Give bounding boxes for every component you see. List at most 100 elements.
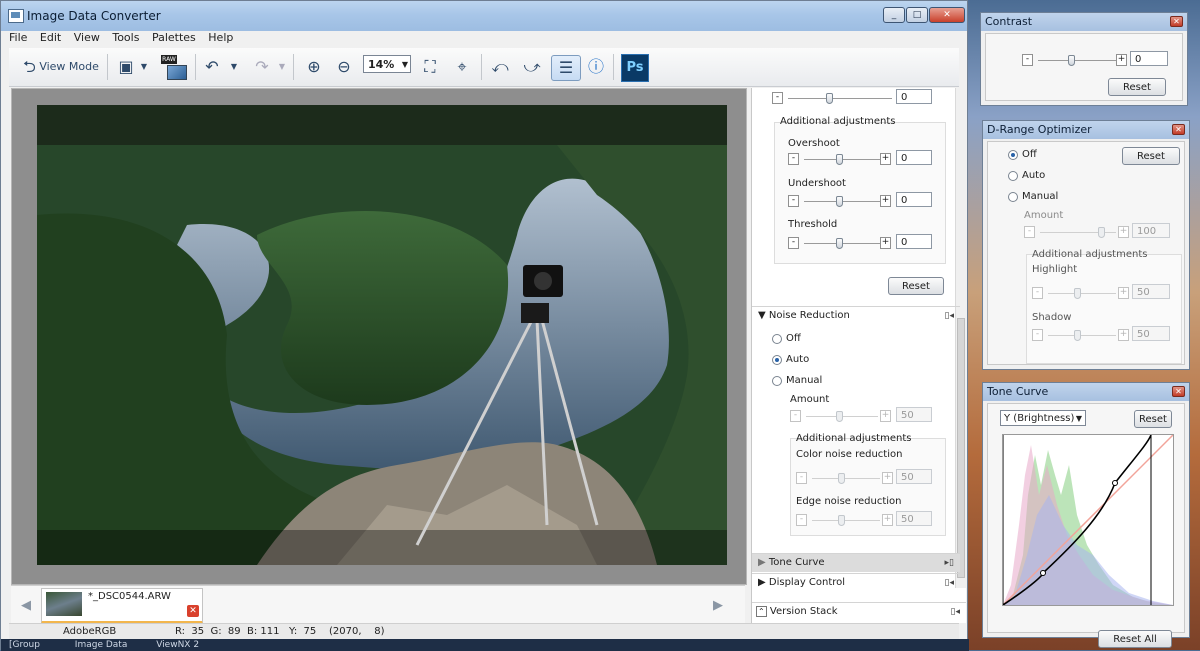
threshold-slider[interactable]: - + bbox=[788, 235, 892, 251]
info-icon[interactable]: ⓘ bbox=[585, 55, 607, 79]
menu-view[interactable]: View bbox=[74, 31, 100, 44]
zoom-in-icon[interactable]: ⊕ bbox=[303, 55, 325, 79]
highlight-value[interactable]: 50 bbox=[1132, 284, 1170, 299]
title-bar[interactable]: Image Data Converter _ □ ✕ bbox=[1, 1, 967, 31]
drange-title[interactable]: D-Range Optimizer bbox=[983, 121, 1189, 139]
minimize-button[interactable]: _ bbox=[883, 7, 905, 23]
save-icon[interactable]: ▣ bbox=[115, 55, 137, 79]
nr-manual-radio[interactable] bbox=[772, 376, 782, 386]
view-mode-button[interactable]: ⮌ View Mode bbox=[23, 55, 103, 79]
menu-help[interactable]: Help bbox=[208, 31, 233, 44]
color-noise-slider[interactable]: - + bbox=[796, 470, 893, 486]
menu-edit[interactable]: Edit bbox=[40, 31, 61, 44]
reset-all-button[interactable]: Reset All bbox=[1098, 630, 1172, 648]
shadow-value[interactable]: 50 bbox=[1132, 326, 1170, 341]
menu-tools[interactable]: Tools bbox=[112, 31, 139, 44]
sharpness-reset-button[interactable]: Reset bbox=[888, 277, 944, 295]
nr-amount-value[interactable]: 50 bbox=[896, 407, 932, 422]
noise-reduction-header[interactable]: ▼ Noise Reduction ▯◂ bbox=[752, 306, 960, 325]
channel-select[interactable]: Y (Brightness) ▼ bbox=[1000, 410, 1086, 426]
dock-icon[interactable]: ▯◂ bbox=[945, 574, 954, 592]
zoom-out-icon[interactable]: ⊖ bbox=[333, 55, 355, 79]
undo-icon[interactable]: ↶ bbox=[201, 55, 223, 79]
shadow-label: Shadow bbox=[1032, 312, 1072, 323]
thumbnail-item[interactable]: *_DSC0544.ARW ✕ bbox=[41, 588, 203, 624]
back-arrow-icon: ⮌ bbox=[23, 57, 36, 76]
contrast-value[interactable]: 0 bbox=[1130, 51, 1168, 66]
display-control-header[interactable]: ▶ Display Control ▯◂ bbox=[752, 573, 960, 592]
close-thumbnail-icon[interactable]: ✕ bbox=[187, 605, 199, 617]
drange-off-radio[interactable] bbox=[1008, 150, 1018, 160]
contrast-slider[interactable]: - + bbox=[1022, 52, 1132, 68]
close-icon[interactable]: ✕ bbox=[1170, 16, 1183, 27]
tone-curve-reset-button[interactable]: Reset bbox=[1134, 410, 1172, 428]
nr-amount-label: Amount bbox=[790, 394, 830, 405]
drange-amount-value[interactable]: 100 bbox=[1132, 223, 1170, 238]
image-viewer[interactable] bbox=[11, 88, 747, 585]
edge-noise-value[interactable]: 50 bbox=[896, 511, 932, 526]
rotate-right-icon[interactable]: ⤻ bbox=[521, 55, 543, 79]
menu-file[interactable]: File bbox=[9, 31, 27, 44]
drange-auto-radio[interactable] bbox=[1008, 171, 1018, 181]
contrast-title[interactable]: Contrast bbox=[981, 13, 1187, 31]
sharpness-value[interactable]: 0 bbox=[896, 89, 932, 104]
arrow-left-icon[interactable]: ◀ bbox=[21, 598, 31, 613]
drange-manual-radio[interactable] bbox=[1008, 192, 1018, 202]
edge-noise-slider[interactable]: - + bbox=[796, 512, 893, 528]
arrow-right-icon[interactable]: ▶ bbox=[713, 598, 723, 613]
nr-off-radio[interactable] bbox=[772, 334, 782, 344]
color-space: AdobeRGB bbox=[63, 626, 117, 637]
undershoot-label: Undershoot bbox=[788, 178, 846, 189]
zoom-select[interactable]: 14% ▼ bbox=[363, 55, 411, 73]
raw-image-icon bbox=[167, 65, 187, 80]
tone-curve-graph[interactable] bbox=[1002, 434, 1174, 606]
redo-icon[interactable]: ↷ bbox=[251, 55, 273, 79]
edge-noise-label: Edge noise reduction bbox=[796, 496, 902, 507]
chevron-down-icon: ▼ bbox=[401, 60, 408, 69]
highlight-label: Highlight bbox=[1032, 264, 1078, 275]
overshoot-value[interactable]: 0 bbox=[896, 150, 932, 165]
close-button[interactable]: ✕ bbox=[929, 7, 965, 23]
taskbar: [Group Image Data ViewNX 2 bbox=[1, 639, 969, 651]
contrast-reset-button[interactable]: Reset bbox=[1108, 78, 1166, 96]
redo-dropdown-icon[interactable]: ▼ bbox=[277, 55, 287, 79]
version-stack-header[interactable]: ⌃ Version Stack ▯◂ bbox=[752, 602, 966, 621]
thumbnail-filename: *_DSC0544.ARW bbox=[88, 591, 171, 602]
dock-icon[interactable]: ▯◂ bbox=[945, 307, 954, 325]
tone-curve-header[interactable]: ▶ Tone Curve ▸▯ bbox=[752, 553, 960, 572]
undo-dropdown-icon[interactable]: ▼ bbox=[229, 55, 239, 79]
pixel-info: R: 35 G: 89 B: 111 Y: 75 (2070, 8) bbox=[175, 626, 385, 637]
drange-amount-slider[interactable]: - + bbox=[1024, 224, 1130, 240]
nr-amount-slider[interactable]: - + bbox=[790, 408, 891, 424]
rotate-left-icon[interactable]: ⤺ bbox=[489, 55, 511, 79]
adjust-palette-icon[interactable]: ☰ bbox=[551, 55, 581, 81]
close-icon[interactable]: ✕ bbox=[1172, 124, 1185, 135]
threshold-value[interactable]: 0 bbox=[896, 234, 932, 249]
dock-icon[interactable]: ▯◂ bbox=[951, 603, 960, 621]
undock-icon[interactable]: ▸▯ bbox=[945, 554, 954, 572]
menu-palettes[interactable]: Palettes bbox=[152, 31, 196, 44]
scrollbar-thumb[interactable] bbox=[957, 318, 965, 578]
overshoot-slider[interactable]: - + bbox=[788, 151, 892, 167]
tone-curve-title[interactable]: Tone Curve bbox=[983, 383, 1189, 401]
undershoot-value[interactable]: 0 bbox=[896, 192, 932, 207]
close-icon[interactable]: ✕ bbox=[1172, 386, 1185, 397]
palette-scrollbar[interactable] bbox=[955, 88, 966, 588]
fit-screen-icon[interactable]: ⛶ bbox=[419, 55, 441, 79]
raw-convert-button[interactable]: RAW bbox=[159, 55, 187, 80]
actual-size-icon[interactable]: ⌖ bbox=[451, 55, 473, 79]
photoshop-icon[interactable]: Ps bbox=[621, 54, 649, 82]
highlight-slider[interactable]: - + bbox=[1032, 285, 1130, 301]
taskbar-item[interactable]: [Group bbox=[9, 640, 40, 650]
overshoot-label: Overshoot bbox=[788, 138, 840, 149]
undershoot-slider[interactable]: - + bbox=[788, 193, 892, 209]
nr-auto-radio[interactable] bbox=[772, 355, 782, 365]
app-icon bbox=[8, 9, 24, 23]
save-dropdown-icon[interactable]: ▼ bbox=[139, 55, 149, 79]
taskbar-item[interactable]: ViewNX 2 bbox=[156, 640, 199, 650]
maximize-button[interactable]: □ bbox=[906, 7, 928, 23]
color-noise-value[interactable]: 50 bbox=[896, 469, 932, 484]
drange-reset-button[interactable]: Reset bbox=[1122, 147, 1180, 165]
taskbar-item[interactable]: Image Data bbox=[75, 640, 128, 650]
shadow-slider[interactable]: - + bbox=[1032, 327, 1130, 343]
